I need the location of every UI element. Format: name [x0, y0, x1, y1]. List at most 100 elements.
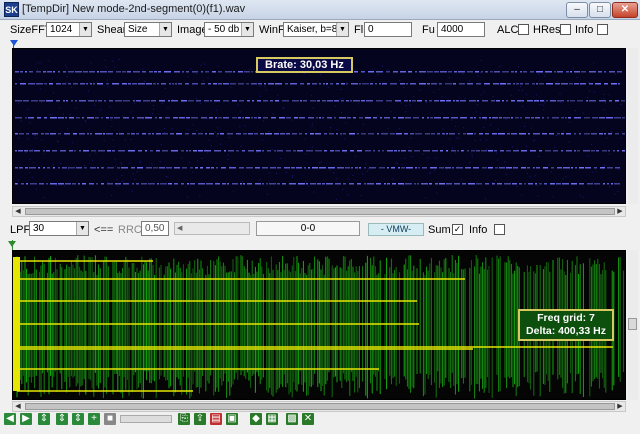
- spectrum-band: [97, 167, 99, 169]
- spectrum-band: [500, 150, 504, 152]
- spectrum-speck: [201, 158, 203, 160]
- shear-select[interactable]: Size ▼: [124, 22, 172, 37]
- minimize-button[interactable]: –: [566, 2, 588, 18]
- apply-arrow-label[interactable]: <==: [94, 224, 113, 236]
- rrc-input[interactable]: 0,50: [141, 221, 169, 236]
- spectrum-band: [373, 150, 375, 152]
- copy-icon[interactable]: ⎘: [178, 413, 190, 425]
- spectrum-band: [56, 100, 60, 102]
- fu-input[interactable]: 4000: [437, 22, 485, 37]
- waveform-vscroll[interactable]: [628, 250, 638, 400]
- spectrum-speck: [142, 68, 144, 70]
- spectrum-band: [204, 150, 211, 152]
- info-checkbox-mid[interactable]: [494, 224, 505, 235]
- spectrum-speck: [281, 149, 283, 151]
- sizefft-select[interactable]: 1024 ▼: [46, 22, 92, 37]
- spectrum-speck: [429, 172, 431, 174]
- spectrum-speck: [422, 153, 424, 155]
- spectrum-speck: [311, 123, 313, 125]
- copy-image-icon[interactable]: ▣: [226, 413, 238, 425]
- spectrum-hscroll[interactable]: ◀ ▶: [12, 206, 626, 217]
- spectrum-band: [512, 183, 517, 185]
- spectrum-band: [123, 183, 129, 185]
- scroll-thumb[interactable]: [25, 208, 615, 215]
- cross-icon[interactable]: ✕: [302, 413, 314, 425]
- spectrum-band: [387, 150, 393, 152]
- image-select[interactable]: - 50 db ▼: [204, 22, 254, 37]
- spectrum-band: [618, 83, 620, 85]
- spectrum-band: [91, 150, 96, 152]
- spectrum-speck: [107, 86, 109, 88]
- spectrum-speck: [504, 161, 506, 163]
- spectrum-speck: [552, 196, 554, 198]
- slider-left-icon[interactable]: ◀: [177, 224, 182, 232]
- export-icon[interactable]: ⇪: [194, 413, 206, 425]
- spectrum-band: [69, 117, 74, 119]
- stop-icon[interactable]: ■: [104, 413, 116, 425]
- spectrum-band: [324, 150, 327, 152]
- spectrum-band: [251, 117, 253, 119]
- spectrum-band: [267, 150, 271, 152]
- winf-select[interactable]: Kaiser, b=8 ▼: [283, 22, 349, 37]
- playback-slider[interactable]: [120, 415, 172, 423]
- step-back-icon[interactable]: ◀: [4, 413, 16, 425]
- spectrum-speck: [446, 168, 448, 170]
- spectrum-speck: [107, 166, 109, 168]
- spectrum-speck: [565, 176, 567, 178]
- scroll-right-icon[interactable]: ▶: [615, 207, 625, 216]
- spectrum-band: [204, 100, 209, 102]
- spectrum-speck: [471, 153, 473, 155]
- spectrum-speck: [455, 137, 457, 139]
- spectrum-band: [107, 150, 111, 152]
- spectrum-speck: [241, 181, 243, 183]
- hres-checkbox[interactable]: [560, 24, 571, 35]
- spectrum-band: [611, 183, 613, 185]
- image-icon[interactable]: ▦: [266, 413, 278, 425]
- maximize-button[interactable]: □: [589, 2, 611, 18]
- spectrum-band: [353, 117, 356, 119]
- fl-input[interactable]: 0: [364, 22, 412, 37]
- lpf-select[interactable]: 30 ▼: [29, 221, 89, 236]
- vmw-button[interactable]: - VMW-: [368, 223, 424, 236]
- spectrum-speck: [35, 188, 37, 190]
- spectrum-speck: [216, 135, 218, 137]
- spectrum-band: [75, 71, 82, 73]
- spectrum-band: [515, 117, 519, 119]
- fit-vertical-icon[interactable]: ⇕: [72, 413, 84, 425]
- zoom-plus-icon[interactable]: +: [88, 413, 100, 425]
- zoom-out-vertical-icon[interactable]: ⇕: [56, 413, 68, 425]
- clipboard-icon[interactable]: ▤: [210, 413, 222, 425]
- close-button[interactable]: ✕: [612, 2, 638, 18]
- spectrum-band: [298, 183, 305, 185]
- spectrum-band: [97, 83, 103, 85]
- spectrum-band: [326, 183, 333, 185]
- spectrum-band: [584, 133, 590, 135]
- marker-icon[interactable]: [10, 40, 18, 46]
- zoom-in-vertical-icon[interactable]: ⇕: [38, 413, 50, 425]
- alc-checkbox[interactable]: [518, 24, 529, 35]
- spectrum-band: [583, 150, 590, 152]
- spectrum-speck: [267, 100, 269, 102]
- step-forward-icon[interactable]: ▶: [20, 413, 32, 425]
- sum-checkbox[interactable]: ✓: [452, 224, 463, 235]
- spectrum-speck: [499, 66, 501, 68]
- spectrum-band: [82, 183, 86, 185]
- scroll-left-icon[interactable]: ◀: [13, 207, 23, 216]
- diamond-icon[interactable]: ◆: [250, 413, 262, 425]
- spectrum-speck: [25, 151, 27, 153]
- spectrum-vscroll[interactable]: [628, 48, 638, 204]
- grid-icon[interactable]: ▩: [286, 413, 298, 425]
- scroll-thumb[interactable]: [25, 403, 615, 410]
- rrc-slider[interactable]: ◀: [174, 222, 250, 235]
- spectrum-band: [164, 71, 171, 73]
- spectrum-band: [246, 83, 249, 85]
- spectrum-band: [257, 100, 261, 102]
- spectrum-band: [393, 117, 396, 119]
- spectrum-band: [381, 133, 388, 135]
- spectrum-band: [106, 117, 109, 119]
- spectrum-band: [39, 100, 45, 102]
- spectrum-band: [227, 183, 229, 185]
- spectrum-band: [319, 167, 326, 169]
- scroll-thumb[interactable]: [628, 318, 637, 330]
- info-checkbox-top[interactable]: [597, 24, 608, 35]
